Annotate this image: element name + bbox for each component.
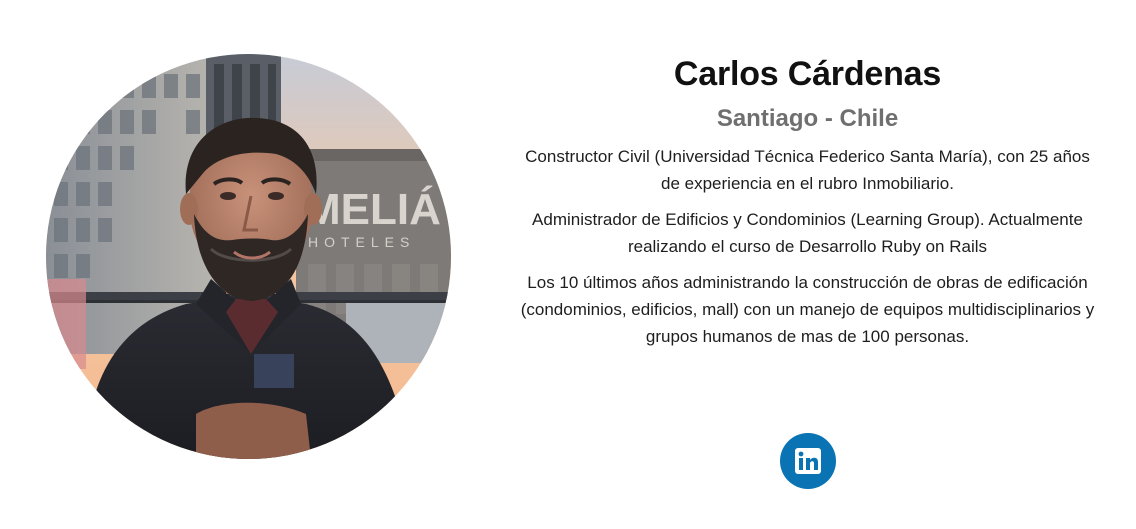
- bio-paragraph: Los 10 últimos años administrando la con…: [520, 273, 1095, 346]
- profile-bio: Constructor Civil (Universidad Técnica F…: [520, 143, 1095, 350]
- linkedin-button[interactable]: [780, 433, 836, 489]
- linkedin-icon: [795, 448, 821, 474]
- photo-sign-text: MELIÁ: [304, 184, 441, 234]
- profile-info: Carlos Cárdenas Santiago - Chile Constru…: [520, 40, 1095, 359]
- profile-photo: MELIÁ HOTELES: [46, 54, 451, 459]
- photo-sign-subtext: HOTELES: [308, 234, 415, 250]
- bio-paragraph: Administrador de Edificios y Condominios…: [532, 210, 1083, 256]
- profile-card: MELIÁ HOTELES Carlos Cárdenas Santiago -…: [0, 0, 1136, 529]
- profile-location: Santiago - Chile: [716, 105, 899, 132]
- bio-paragraph: Constructor Civil (Universidad Técnica F…: [525, 147, 1090, 193]
- profile-name: Carlos Cárdenas: [673, 55, 942, 93]
